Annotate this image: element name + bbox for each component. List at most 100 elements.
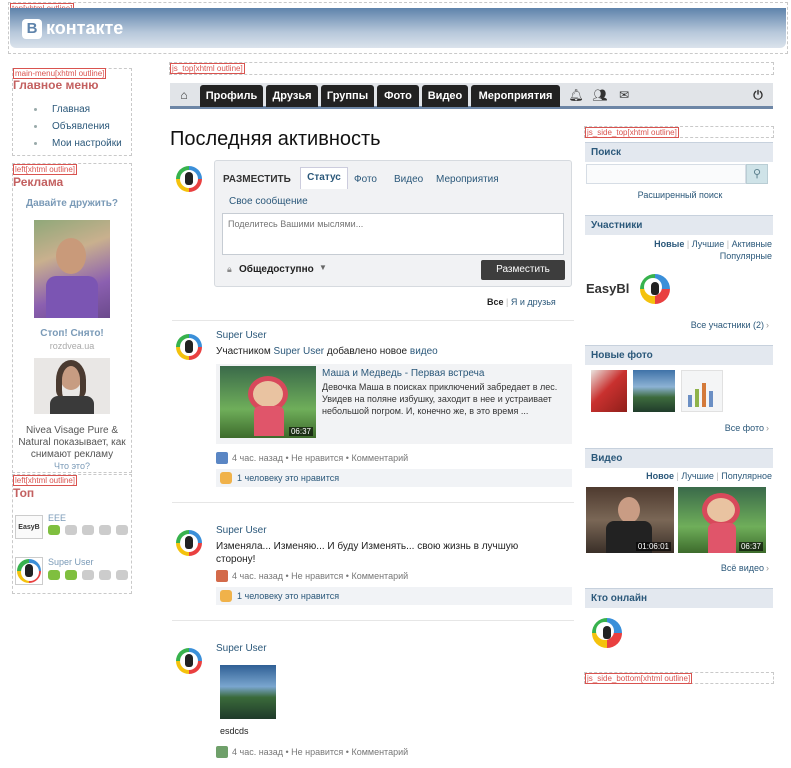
online-section-title: Кто онлайн xyxy=(585,588,773,608)
video-duration: 06:37 xyxy=(288,427,313,436)
feed-user-name[interactable]: Super User xyxy=(216,330,267,341)
search-button[interactable]: ⚲ xyxy=(746,164,768,184)
inbox-icon[interactable]: ✉ xyxy=(616,87,632,103)
videos-filter-new[interactable]: Новое xyxy=(646,471,674,481)
tab-status[interactable]: Статус xyxy=(300,167,348,189)
feed-separator xyxy=(172,620,574,621)
feed-meta: 4 час. назад • Не нравится • Комментарий xyxy=(216,570,408,582)
members-filter-popular[interactable]: Популярные xyxy=(720,251,772,261)
chevron-right-icon: › xyxy=(766,423,769,433)
ad1-title[interactable]: Стоп! Снято! xyxy=(12,328,132,339)
side-video-1[interactable]: 01:06:01 xyxy=(586,487,674,553)
privacy-dropdown-icon[interactable]: ▼ xyxy=(319,263,327,272)
search-input[interactable] xyxy=(586,164,746,184)
users-icon[interactable]: 👥︎ xyxy=(592,87,608,103)
post-textarea[interactable] xyxy=(222,213,564,255)
feed-filter: Все | Я и друзья xyxy=(487,297,556,307)
make-friends-link[interactable]: Давайте дружить? xyxy=(12,198,132,209)
video-thumbnail[interactable]: 06:37 xyxy=(220,366,316,438)
ads-title: Реклама xyxy=(13,175,64,189)
filter-all[interactable]: Все xyxy=(487,297,504,307)
lock-icon: 🔒︎ xyxy=(227,264,232,274)
ad1-site: rozdvea.ua xyxy=(49,341,95,351)
videos-filter-popular[interactable]: Популярное xyxy=(721,471,772,481)
side-video-2[interactable]: 06:37 xyxy=(678,487,766,553)
feed-avatar[interactable] xyxy=(176,334,202,360)
advanced-search-link[interactable]: Расширенный поиск xyxy=(586,190,774,200)
member-logo-easybl[interactable]: EasyBl xyxy=(586,275,632,303)
all-videos-link[interactable]: Всё видео xyxy=(586,563,764,573)
side-video-2-duration: 06:37 xyxy=(738,542,763,551)
feed-status-text: Изменяла... Изменяю... И буду Изменять..… xyxy=(216,541,519,565)
members-filter-active[interactable]: Активные xyxy=(732,239,772,249)
new-photo-2[interactable] xyxy=(633,370,675,412)
tab-photo[interactable]: Фото xyxy=(354,174,377,185)
page-title: Последняя активность xyxy=(170,128,381,150)
member-avatar[interactable] xyxy=(640,274,670,304)
members-section-title: Участники xyxy=(585,215,773,235)
post-composer: РАЗМЕСТИТЬ Статус Фото Видео Мероприятия… xyxy=(214,160,572,287)
status-type-icon xyxy=(216,570,228,582)
new-photo-3[interactable] xyxy=(681,370,723,412)
top-item-name-super-user[interactable]: Super User xyxy=(48,557,94,567)
bell-icon[interactable]: 🔔︎ xyxy=(568,87,584,103)
feed-photo[interactable] xyxy=(220,665,276,719)
online-user-avatar[interactable] xyxy=(592,618,622,648)
ad2-link[interactable]: Что это? xyxy=(12,461,132,471)
feed-separator xyxy=(172,502,574,503)
video-description: Девочка Маша в поисках приключений забре… xyxy=(322,382,558,416)
js-side-top-outline-label: js_side_top[xhtml outline] xyxy=(585,127,679,138)
ad2-text: Nivea Visage Pure & Natural показывает, … xyxy=(18,425,126,460)
members-filter: Новые | Лучшие | Активные Популярные xyxy=(654,239,772,261)
privacy-select[interactable]: Общедоступно xyxy=(239,264,314,275)
feed-separator xyxy=(172,320,574,321)
nav-photos[interactable]: Фото xyxy=(377,85,419,107)
feed-user-name[interactable]: Super User xyxy=(216,525,267,536)
tab-video[interactable]: Видео xyxy=(394,174,423,185)
menu-item-settings[interactable]: Мои настройки xyxy=(12,135,132,152)
post-label: РАЗМЕСТИТЬ xyxy=(223,174,291,185)
nav-friends[interactable]: Друзья xyxy=(266,85,318,107)
top-nav: ⌂ Профиль Друзья Группы Фото Видео Мероп… xyxy=(170,83,773,109)
action-user-link[interactable]: Super User xyxy=(274,346,325,357)
site-header xyxy=(10,8,786,48)
js-top-outline xyxy=(169,62,774,75)
nav-videos[interactable]: Видео xyxy=(422,85,468,107)
new-photo-1[interactable] xyxy=(591,370,627,412)
like-bar[interactable]: 1 человеку это нравится xyxy=(216,469,572,487)
site-logo[interactable]: B контакте xyxy=(22,18,123,39)
all-photos-link[interactable]: Все фото xyxy=(586,423,764,433)
members-filter-best[interactable]: Лучшие xyxy=(692,239,724,249)
ad-photo-man[interactable] xyxy=(34,220,110,318)
menu-item-home[interactable]: Главная xyxy=(12,101,132,118)
nav-profile[interactable]: Профиль xyxy=(200,85,263,107)
feed-user-name[interactable]: Super User xyxy=(216,643,267,654)
main-menu: Главная Объявления Мои настройки xyxy=(12,101,132,152)
feed-action-text: Участником Super User добавлено новое ви… xyxy=(216,346,438,357)
members-filter-new[interactable]: Новые xyxy=(654,239,684,249)
video-type-icon xyxy=(216,452,228,464)
filter-me-and-friends[interactable]: Я и друзья xyxy=(511,297,556,307)
publish-button[interactable]: Разместить xyxy=(481,260,565,280)
nav-groups[interactable]: Группы xyxy=(321,85,374,107)
menu-item-ads[interactable]: Объявления xyxy=(12,118,132,135)
composer-avatar xyxy=(176,166,202,192)
home-icon[interactable]: ⌂ xyxy=(176,87,192,103)
video-title[interactable]: Маша и Медведь - Первая встреча xyxy=(322,368,484,379)
feed-avatar[interactable] xyxy=(176,648,202,674)
photos-section-title: Новые фото xyxy=(585,345,773,365)
power-icon[interactable]: ⏻ xyxy=(750,87,766,103)
top-item-name-eee[interactable]: EEE xyxy=(48,513,66,523)
like-bar[interactable]: 1 человеку это нравится xyxy=(216,587,572,605)
ad-photo-woman[interactable] xyxy=(34,358,110,414)
action-object-link[interactable]: видео xyxy=(410,346,438,357)
all-members-link[interactable]: Все участники (2) xyxy=(586,320,764,330)
chevron-right-icon: › xyxy=(766,320,769,330)
tab-events[interactable]: Мероприятия xyxy=(436,174,499,185)
top-item-avatar-super-user[interactable] xyxy=(15,557,43,585)
tab-own-message[interactable]: Свое сообщение xyxy=(229,196,308,207)
like-icon xyxy=(220,590,232,602)
videos-filter-best[interactable]: Лучшие xyxy=(681,471,713,481)
feed-avatar[interactable] xyxy=(176,530,202,556)
nav-events[interactable]: Мероприятия xyxy=(471,85,560,107)
